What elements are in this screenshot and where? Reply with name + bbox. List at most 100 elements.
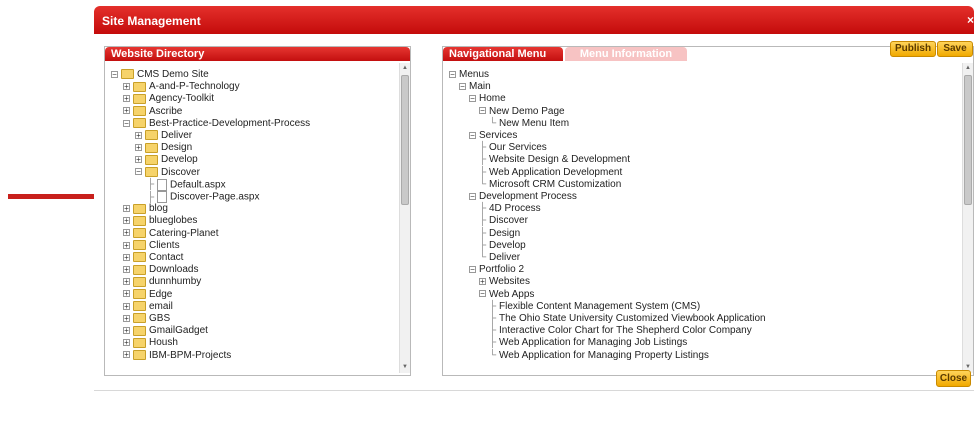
expand-icon[interactable]: +	[123, 205, 130, 213]
directory-item[interactable]: − Discover	[135, 167, 200, 179]
close-icon[interactable]: ×	[967, 13, 974, 27]
collapse-icon[interactable]: −	[469, 266, 476, 274]
collapse-icon[interactable]: −	[469, 131, 476, 139]
directory-item[interactable]: + Develop	[135, 154, 198, 166]
scroll-thumb[interactable]	[964, 75, 972, 205]
directory-item[interactable]: − CMS Demo Site	[111, 69, 209, 81]
folder-icon	[133, 93, 146, 104]
directory-item-label: CMS Demo Site	[137, 69, 209, 80]
scroll-thumb[interactable]	[401, 75, 409, 205]
expand-icon[interactable]: +	[135, 144, 142, 152]
nav-menu-item[interactable]: − Menus	[449, 69, 489, 81]
expand-icon[interactable]: +	[123, 241, 130, 249]
directory-item[interactable]: + Design	[135, 142, 192, 154]
expand-icon[interactable]: +	[123, 253, 130, 261]
nav-menu-item[interactable]: ├ 4D Process	[479, 203, 541, 215]
directory-item[interactable]: + Ascribe	[123, 106, 182, 118]
expand-icon[interactable]: +	[123, 266, 130, 274]
nav-menu-item[interactable]: ├ Web Application Development	[479, 167, 622, 179]
expand-icon[interactable]: +	[123, 351, 130, 359]
nav-menu-item[interactable]: − Home	[469, 93, 506, 105]
publish-button[interactable]: Publish	[890, 41, 936, 57]
collapse-icon[interactable]: −	[479, 290, 486, 298]
nav-menu-item[interactable]: ├ Flexible Content Management System (CMS…	[489, 301, 700, 313]
nav-menu-item[interactable]: − Portfolio 2	[469, 264, 524, 276]
tab-menu-information[interactable]: Menu Information	[565, 47, 687, 61]
directory-item[interactable]: + Deliver	[135, 130, 192, 142]
navigational-menu-scrollbar[interactable]: ▲ ▼	[962, 63, 973, 373]
nav-menu-item[interactable]: − Main	[459, 81, 491, 93]
website-directory-scrollbar[interactable]: ▲ ▼	[399, 63, 410, 373]
directory-item[interactable]: + email	[123, 301, 173, 313]
expand-icon[interactable]: +	[123, 83, 130, 91]
expand-icon[interactable]: +	[123, 290, 130, 298]
expand-icon[interactable]: +	[123, 95, 130, 103]
nav-menu-item[interactable]: ├ Develop	[479, 240, 526, 252]
directory-item[interactable]: + dunnhumby	[123, 276, 201, 288]
collapse-icon[interactable]: −	[479, 107, 486, 115]
expand-icon[interactable]: +	[123, 229, 130, 237]
expand-icon[interactable]: +	[123, 278, 130, 286]
expand-icon[interactable]: +	[123, 217, 130, 225]
collapse-icon[interactable]: −	[469, 95, 476, 103]
scroll-down-icon[interactable]: ▼	[401, 363, 409, 371]
directory-item[interactable]: − Best-Practice-Development-Process	[123, 118, 310, 130]
nav-menu-item[interactable]: └ New Menu Item	[489, 118, 569, 130]
expand-icon[interactable]: +	[123, 327, 130, 335]
nav-menu-item[interactable]: ├ Interactive Color Chart for The Shepher…	[489, 325, 752, 337]
nav-menu-item[interactable]: ├ The Ohio State University Customized Vi…	[489, 313, 766, 325]
collapse-icon[interactable]: −	[469, 192, 476, 200]
nav-menu-item[interactable]: ├ Website Design & Development	[479, 154, 630, 166]
directory-item[interactable]: + GBS	[123, 313, 170, 325]
nav-menu-item[interactable]: ├ Design	[479, 228, 520, 240]
expand-icon[interactable]: +	[123, 107, 130, 115]
directory-item[interactable]: + GmailGadget	[123, 325, 208, 337]
nav-menu-item[interactable]: − Web Apps	[479, 289, 534, 301]
scroll-up-icon[interactable]: ▲	[964, 64, 972, 72]
scroll-up-icon[interactable]: ▲	[401, 64, 409, 72]
collapse-icon[interactable]: −	[111, 70, 118, 78]
collapse-icon[interactable]: −	[123, 119, 130, 127]
folder-icon	[133, 349, 146, 360]
directory-item[interactable]: + blog	[123, 203, 168, 215]
expand-icon[interactable]: +	[123, 314, 130, 322]
nav-menu-item[interactable]: − New Demo Page	[479, 106, 565, 118]
directory-item[interactable]: + A-and-P-Technology	[123, 81, 240, 93]
nav-menu-item[interactable]: ├ Discover	[479, 215, 528, 227]
nav-menu-item[interactable]: └ Deliver	[479, 252, 520, 264]
directory-item[interactable]: + Agency-Toolkit	[123, 93, 214, 105]
directory-item[interactable]: + Edge	[123, 289, 172, 301]
directory-item[interactable]: + Contact	[123, 252, 183, 264]
expand-icon[interactable]: +	[135, 131, 142, 139]
collapse-icon[interactable]: −	[449, 70, 456, 78]
folder-icon	[133, 264, 146, 275]
collapse-icon[interactable]: −	[135, 168, 142, 176]
nav-menu-item-label: Web Application Development	[489, 166, 623, 178]
collapse-icon[interactable]: −	[459, 83, 466, 91]
nav-menu-item-label: Websites	[489, 276, 530, 288]
nav-menu-item[interactable]: − Development Process	[469, 191, 577, 203]
expand-icon[interactable]: +	[123, 339, 130, 347]
nav-menu-item[interactable]: ├ Web Application for Managing Job Listin…	[489, 337, 687, 349]
nav-menu-item[interactable]: + Websites	[479, 276, 530, 288]
directory-item[interactable]: + Downloads	[123, 264, 198, 276]
expand-icon[interactable]: +	[479, 278, 486, 286]
directory-item[interactable]: + IBM-BPM-Projects	[123, 350, 231, 362]
close-button[interactable]: Close	[936, 370, 971, 387]
tree-connector-icon: ├	[147, 191, 155, 203]
expand-icon[interactable]: +	[123, 302, 130, 310]
directory-item[interactable]: + Clients	[123, 240, 180, 252]
directory-item[interactable]: + blueglobes	[123, 215, 197, 227]
nav-menu-item[interactable]: └ Microsoft CRM Customization	[479, 179, 621, 191]
nav-menu-item[interactable]: └ Web Application for Managing Property L…	[489, 350, 709, 362]
directory-item[interactable]: + Housh	[123, 337, 178, 349]
expand-icon[interactable]: +	[135, 156, 142, 164]
directory-item[interactable]: ├ Discover-Page.aspx	[147, 191, 259, 203]
nav-menu-item[interactable]: − Services	[469, 130, 517, 142]
directory-item[interactable]: ├ Default.aspx	[147, 178, 226, 191]
nav-menu-item[interactable]: ├ Our Services	[479, 142, 547, 154]
save-button[interactable]: Save	[937, 41, 973, 57]
directory-item[interactable]: + Catering-Planet	[123, 228, 218, 240]
tree-connector-icon: ├	[479, 227, 487, 239]
tab-navigational-menu[interactable]: Navigational Menu	[443, 47, 563, 61]
